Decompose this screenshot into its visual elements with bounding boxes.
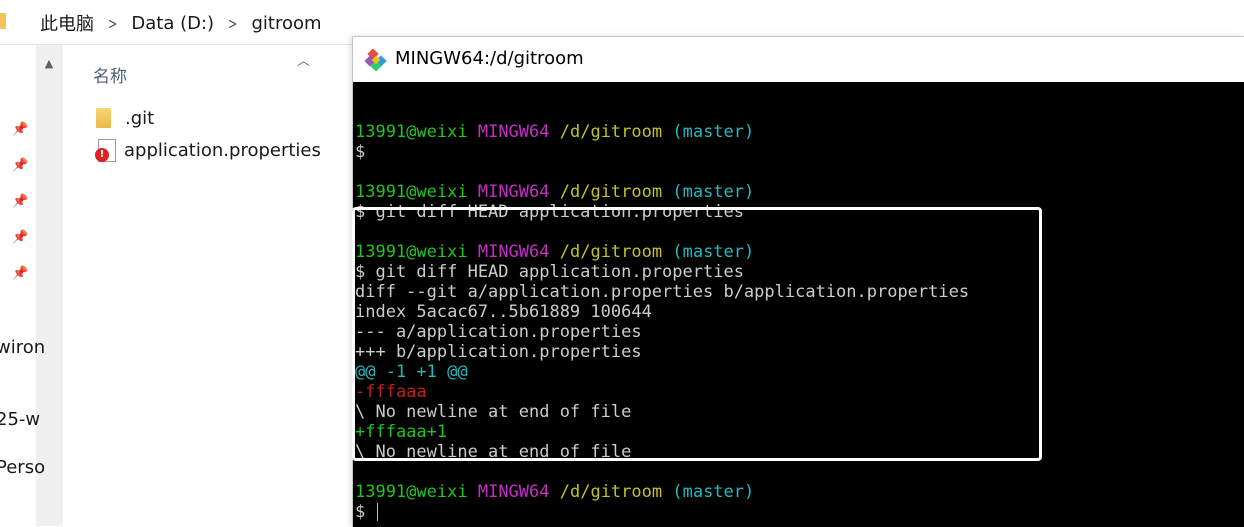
terminal-text: +fffaaa+1: [355, 422, 448, 442]
chevron-right-icon[interactable]: >: [228, 14, 237, 33]
folder-icon: [0, 13, 6, 29]
terminal-output-line: $: [355, 142, 365, 162]
chevron-right-icon[interactable]: >: [108, 14, 117, 33]
column-header-name[interactable]: 名称: [93, 62, 127, 87]
nav-item-label[interactable]: Perso: [0, 457, 45, 478]
prompt-user: 13991@weixi: [355, 482, 468, 502]
terminal-text: -fffaaa: [355, 382, 427, 402]
window-title: MINGW64:/d/gitroom: [395, 48, 584, 69]
navigation-scrollbar[interactable]: [36, 45, 63, 526]
terminal-prompt-line: 13991@weixi MINGW64 /d/gitroom (master): [355, 182, 754, 202]
prompt-env: MINGW64: [477, 242, 550, 262]
terminal-output-line: diff --git a/application.properties b/ap…: [355, 282, 969, 302]
prompt-path: /d/gitroom: [559, 122, 663, 142]
prompt-path: /d/gitroom: [559, 182, 663, 202]
terminal-output-line: @@ -1 +1 @@: [355, 362, 468, 382]
prompt-user: 13991@weixi: [355, 182, 468, 202]
text-cursor: [377, 503, 379, 521]
title-bar[interactable]: MINGW64:/d/gitroom: [353, 37, 1244, 82]
nav-item-label[interactable]: wiron: [0, 337, 45, 358]
terminal-output-line: $: [355, 502, 379, 522]
pin-icon[interactable]: 📌: [12, 230, 28, 245]
file-row-application-properties[interactable]: ! application.properties: [95, 137, 321, 163]
file-name: application.properties: [124, 139, 321, 161]
terminal-text: --- a/application.properties: [355, 322, 642, 342]
terminal-output[interactable]: 13991@weixi MINGW64 /d/gitroom (master) $…: [353, 82, 1244, 527]
terminal-text: +++ b/application.properties: [355, 342, 642, 362]
prompt-branch: (master): [672, 482, 755, 502]
terminal-prompt-line: 13991@weixi MINGW64 /d/gitroom (master): [355, 482, 754, 502]
folder-icon: [96, 108, 111, 128]
prompt-user: 13991@weixi: [355, 242, 468, 262]
terminal-text: index 5acac67..5b61889 100644: [355, 302, 652, 322]
terminal-text: \ No newline at end of file: [355, 402, 632, 422]
terminal-output-line: \ No newline at end of file: [355, 442, 631, 462]
pin-icon[interactable]: 📌: [12, 158, 28, 173]
terminal-text: \ No newline at end of file: [355, 442, 632, 462]
sort-ascending-icon: ︿: [297, 54, 311, 69]
scroll-up-icon[interactable]: ▲: [38, 52, 60, 74]
breadcrumb-drive[interactable]: Data (D:): [131, 13, 214, 34]
prompt-env: MINGW64: [477, 182, 550, 202]
terminal-output-line: +fffaaa+1: [355, 422, 447, 442]
nav-item-label[interactable]: 25-w: [0, 409, 40, 430]
prompt-user: 13991@weixi: [355, 122, 468, 142]
terminal-output-line: $ git diff HEAD application.properties: [355, 202, 744, 222]
terminal-text: $: [355, 142, 366, 162]
breadcrumb-this-pc[interactable]: 此电脑: [40, 10, 94, 36]
prompt-path: /d/gitroom: [559, 482, 663, 502]
pin-icon[interactable]: 📌: [12, 194, 28, 209]
terminal-text: diff --git a/application.properties b/ap…: [355, 282, 970, 302]
pin-icon[interactable]: 📌: [12, 122, 28, 137]
terminal-output-line: +++ b/application.properties: [355, 342, 642, 362]
terminal-output-line: -fffaaa: [355, 382, 427, 402]
terminal-output-line: \ No newline at end of file: [355, 402, 631, 422]
prompt-branch: (master): [672, 122, 755, 142]
breadcrumb: 此电脑 > Data (D:) > gitroom: [40, 10, 322, 36]
terminal-prompt-line: 13991@weixi MINGW64 /d/gitroom (master): [355, 242, 754, 262]
git-bash-icon: [365, 49, 387, 71]
pin-icon[interactable]: 📌: [12, 266, 28, 281]
properties-file-icon: !: [95, 139, 116, 162]
prompt-env: MINGW64: [477, 122, 550, 142]
terminal-prompt-line: 13991@weixi MINGW64 /d/gitroom (master): [355, 122, 754, 142]
terminal-text: $ git diff HEAD application.properties: [355, 202, 744, 222]
terminal-text: $ git diff HEAD application.properties: [355, 262, 744, 282]
prompt-path: /d/gitroom: [559, 242, 663, 262]
prompt-branch: (master): [672, 242, 755, 262]
file-row-git[interactable]: .git: [96, 105, 154, 131]
breadcrumb-gitroom[interactable]: gitroom: [251, 13, 321, 34]
terminal-text: @@ -1 +1 @@: [355, 362, 468, 382]
prompt-env: MINGW64: [477, 482, 550, 502]
git-bash-window[interactable]: MINGW64:/d/gitroom 13991@weixi MINGW64 /…: [352, 36, 1244, 527]
prompt-branch: (master): [672, 182, 755, 202]
terminal-output-line: index 5acac67..5b61889 100644: [355, 302, 652, 322]
file-name: .git: [125, 107, 155, 129]
terminal-output-line: --- a/application.properties: [355, 322, 642, 342]
terminal-text: $: [355, 502, 366, 522]
terminal-output-line: $ git diff HEAD application.properties: [355, 262, 744, 282]
